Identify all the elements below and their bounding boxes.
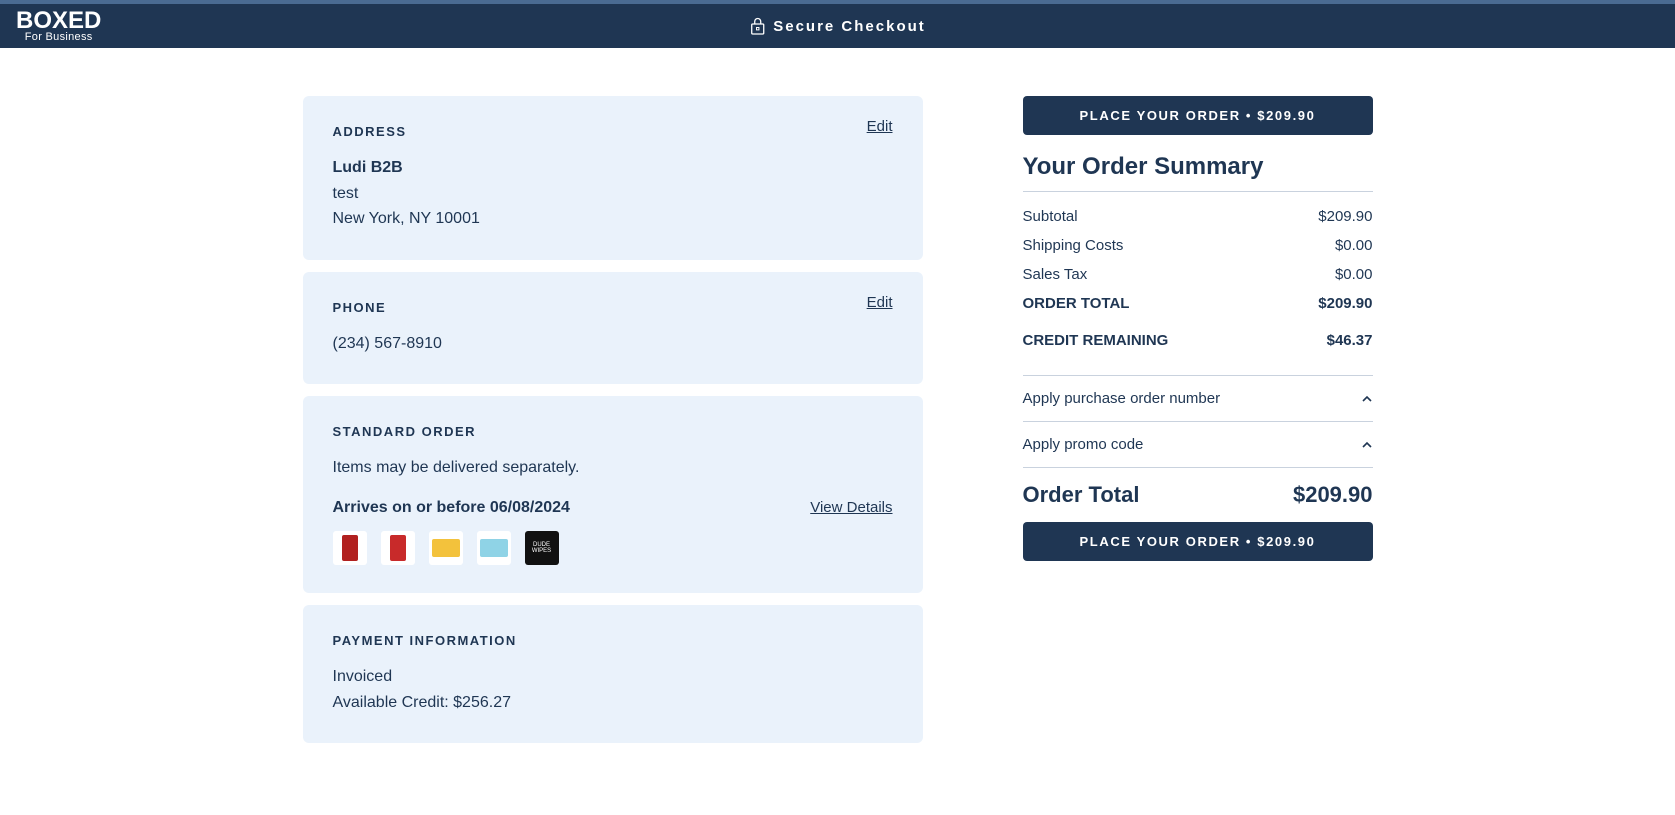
- payment-credit: Available Credit: $256.27: [333, 690, 893, 716]
- address-edit-link[interactable]: Edit: [867, 118, 893, 135]
- chevron-up-icon: [1361, 393, 1373, 405]
- apply-promo-toggle[interactable]: Apply promo code: [1023, 422, 1373, 468]
- address-card: ADDRESS Edit Ludi B2B test New York, NY …: [303, 96, 923, 260]
- arrives-label: Arrives on or before 06/08/2024: [333, 499, 570, 517]
- address-heading: ADDRESS: [333, 124, 893, 139]
- order-total-label: ORDER TOTAL: [1023, 295, 1130, 312]
- brand-logo: BOXED For Business: [16, 9, 101, 43]
- left-column: ADDRESS Edit Ludi B2B test New York, NY …: [303, 96, 923, 755]
- item-thumbnails: DUDEWIPES: [333, 531, 893, 565]
- subtotal-label: Subtotal: [1023, 208, 1078, 225]
- shipment-note: Items may be delivered separately.: [333, 455, 893, 481]
- shipping-label: Shipping Costs: [1023, 237, 1124, 254]
- grand-total-label: Order Total: [1023, 482, 1140, 508]
- phone-heading: PHONE: [333, 300, 893, 315]
- secure-checkout-label: Secure Checkout: [749, 17, 926, 35]
- item-thumbnail: DUDEWIPES: [525, 531, 559, 565]
- item-thumbnail: [333, 531, 367, 565]
- phone-card: PHONE Edit (234) 567-8910: [303, 272, 923, 385]
- payment-card: PAYMENT INFORMATION Invoiced Available C…: [303, 605, 923, 743]
- summary-credit-remaining: CREDIT REMAINING $46.37: [1023, 326, 1373, 355]
- place-order-button-bottom[interactable]: PLACE YOUR ORDER • $209.90: [1023, 522, 1373, 561]
- chevron-up-icon: [1361, 439, 1373, 451]
- right-column: PLACE YOUR ORDER • $209.90 Your Order Su…: [1023, 96, 1373, 755]
- checkout-page: ADDRESS Edit Ludi B2B test New York, NY …: [0, 48, 1675, 815]
- secure-checkout-text: Secure Checkout: [773, 18, 926, 35]
- view-details-link[interactable]: View Details: [810, 499, 892, 516]
- shipment-heading: STANDARD ORDER: [333, 424, 893, 439]
- summary-grand-total: Order Total $209.90: [1023, 468, 1373, 522]
- summary-order-total: ORDER TOTAL $209.90: [1023, 289, 1373, 318]
- logo-subtitle: For Business: [25, 32, 93, 43]
- summary-shipping: Shipping Costs $0.00: [1023, 231, 1373, 260]
- item-thumbnail: [477, 531, 511, 565]
- payment-heading: PAYMENT INFORMATION: [333, 633, 893, 648]
- address-line2: New York, NY 10001: [333, 206, 893, 232]
- logo-main: BOXED: [16, 9, 101, 33]
- arrives-row: Arrives on or before 06/08/2024 View Det…: [333, 499, 893, 517]
- item-thumbnail: [381, 531, 415, 565]
- address-body: Ludi B2B test New York, NY 10001: [333, 155, 893, 232]
- address-name: Ludi B2B: [333, 155, 893, 181]
- summary-tax: Sales Tax $0.00: [1023, 260, 1373, 289]
- grand-total-value: $209.90: [1293, 482, 1373, 508]
- phone-edit-link[interactable]: Edit: [867, 294, 893, 311]
- shipping-value: $0.00: [1335, 237, 1373, 254]
- divider: [1023, 191, 1373, 192]
- credit-remaining-label: CREDIT REMAINING: [1023, 332, 1169, 349]
- payment-body: Invoiced Available Credit: $256.27: [333, 664, 893, 715]
- top-bar: BOXED For Business Secure Checkout: [0, 0, 1675, 48]
- phone-value: (234) 567-8910: [333, 331, 893, 357]
- address-line1: test: [333, 181, 893, 207]
- apply-promo-label: Apply promo code: [1023, 436, 1144, 453]
- summary-subtotal: Subtotal $209.90: [1023, 202, 1373, 231]
- apply-po-toggle[interactable]: Apply purchase order number: [1023, 376, 1373, 422]
- payment-method: Invoiced: [333, 664, 893, 690]
- place-order-button-top[interactable]: PLACE YOUR ORDER • $209.90: [1023, 96, 1373, 135]
- tax-value: $0.00: [1335, 266, 1373, 283]
- credit-remaining-value: $46.37: [1327, 332, 1373, 349]
- item-thumbnail: [429, 531, 463, 565]
- lock-icon: [749, 17, 765, 35]
- apply-po-label: Apply purchase order number: [1023, 390, 1221, 407]
- order-total-value: $209.90: [1318, 295, 1372, 312]
- tax-label: Sales Tax: [1023, 266, 1088, 283]
- shipment-card: STANDARD ORDER Items may be delivered se…: [303, 396, 923, 593]
- subtotal-value: $209.90: [1318, 208, 1372, 225]
- order-summary-title: Your Order Summary: [1023, 153, 1373, 181]
